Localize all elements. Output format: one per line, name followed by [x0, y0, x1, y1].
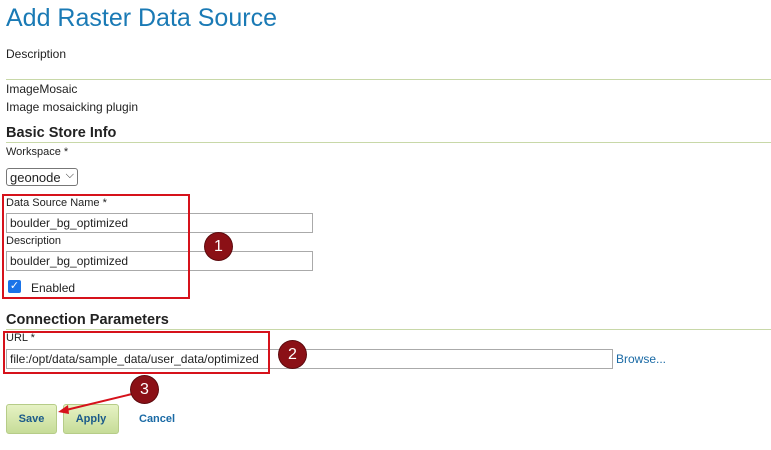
annotation-arrow: [58, 393, 133, 414]
annotation-badge-3: 3: [131, 376, 158, 403]
